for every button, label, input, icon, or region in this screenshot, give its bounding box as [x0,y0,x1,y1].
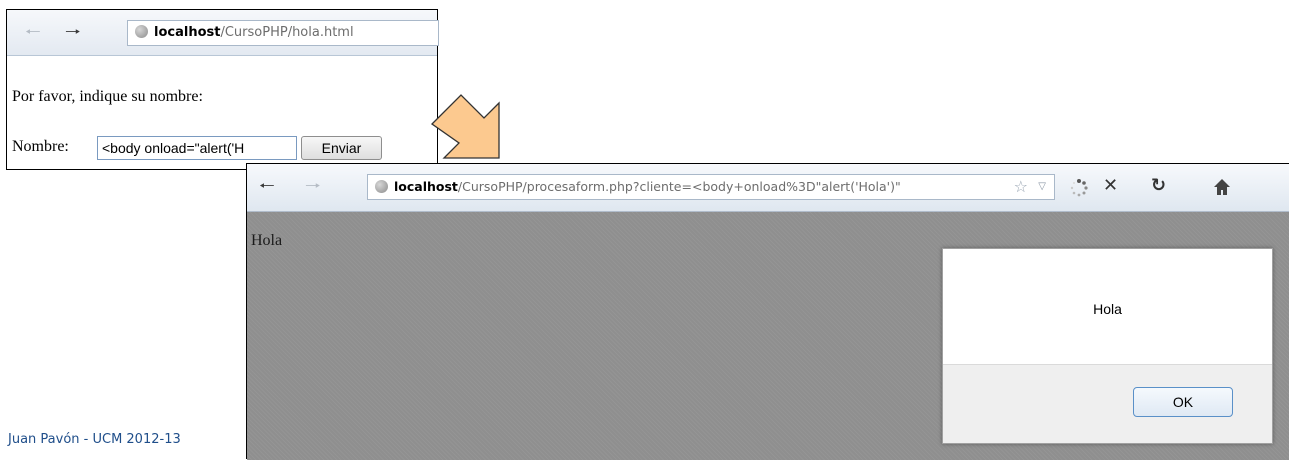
url-host: localhost [154,25,221,40]
transition-arrow [430,94,500,159]
ok-button[interactable]: OK [1133,387,1233,417]
home-icon[interactable] [1213,178,1231,196]
chevron-down-icon[interactable]: ▽ [1038,175,1046,199]
name-label: Nombre: [12,138,69,155]
url-path: /CursoPHP/procesaform.php?cliente=<body+… [457,179,901,194]
alert-message: Hola [1093,301,1122,317]
alert-dialog: Hola OK [942,248,1273,444]
globe-icon [375,180,388,193]
forward-icon[interactable]: 🠒 [65,24,81,42]
browser-toolbar: 🠐 🠒 localhost/CursoPHP/procesaform.php?c… [247,164,1289,212]
name-input[interactable]: <body onload="alert('H [97,136,297,160]
close-icon[interactable]: ✕ [1103,177,1118,195]
page-text: Hola [251,232,283,249]
forward-icon[interactable]: 🠒 [305,178,321,196]
submit-button[interactable]: Enviar [301,136,382,160]
url-host: localhost [394,179,458,194]
address-bar[interactable]: localhost/CursoPHP/hola.html [127,20,439,46]
globe-icon [135,25,148,38]
slide-footer: Juan Pavón - UCM 2012-13 [8,432,181,447]
star-icon[interactable]: ☆ [1014,175,1028,199]
browser-window-form: 🠐 🠒 localhost/CursoPHP/hola.html Por fav… [6,9,439,170]
prompt-text: Por favor, indique su nombre: [12,88,203,105]
alert-footer: OK [943,364,1272,443]
url-path: /CursoPHP/hola.html [220,25,354,40]
back-icon[interactable]: 🠐 [259,178,275,196]
browser-toolbar: 🠐 🠒 localhost/CursoPHP/hola.html [7,10,439,56]
reload-icon[interactable]: ↻ [1151,177,1166,195]
address-bar[interactable]: localhost/CursoPHP/procesaform.php?clien… [367,174,1055,200]
browser-window-result: 🠐 🠒 localhost/CursoPHP/procesaform.php?c… [246,163,1289,460]
loading-spinner-icon [1070,179,1088,197]
back-icon[interactable]: 🠐 [25,24,41,42]
